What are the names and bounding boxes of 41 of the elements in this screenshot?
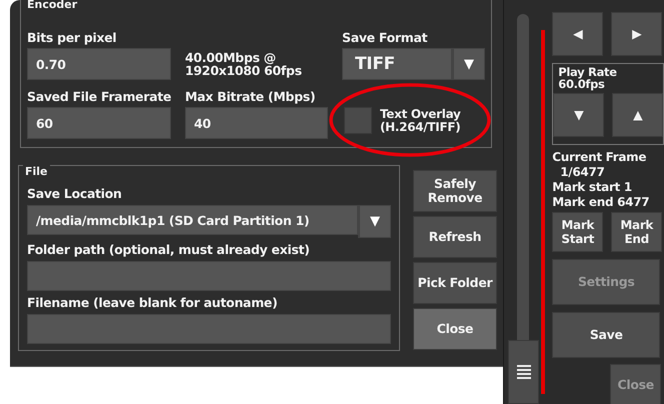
field-label: Save Location — [27, 186, 123, 201]
play-rate-label: Play Rate — [557, 66, 618, 78]
close-button[interactable]: Close — [413, 308, 497, 350]
current-frame-label: Current Frame — [552, 150, 646, 165]
grip-icon — [516, 364, 532, 380]
action-button[interactable]: Pick Folder — [413, 262, 497, 304]
next-button[interactable]: ▶ — [611, 12, 662, 56]
action-button[interactable]: Mark End — [611, 212, 662, 252]
dropdown-button[interactable]: ▼ — [358, 205, 391, 238]
field-label: Folder path (optional, must already exist) — [27, 242, 311, 257]
checkbox-label: Text Overlay (H.264/TIFF) — [380, 108, 462, 134]
location-dropdown[interactable]: /media/mmcblk1p1 (SD Card Partition 1) — [27, 205, 358, 235]
action-button[interactable]: Safely Remove — [413, 170, 497, 212]
field-label: Save Format — [342, 30, 428, 45]
mark-start-info: Mark start 1 — [552, 180, 632, 195]
checkbox[interactable] — [344, 107, 372, 134]
input-field[interactable]: 40 — [185, 107, 328, 139]
action-button[interactable]: Mark Start — [552, 212, 604, 252]
seek-slider[interactable] — [508, 14, 540, 404]
rate-up-button[interactable]: ▲ — [612, 93, 664, 137]
input-field[interactable]: 0.70 — [27, 48, 171, 80]
rate-down-button[interactable]: ▼ — [553, 93, 604, 137]
group-title: Encoder — [25, 0, 80, 11]
group-title: File — [23, 165, 50, 178]
mark-end-info: Mark end 6477 — [552, 195, 650, 210]
previous-button[interactable]: ◀ — [552, 12, 604, 56]
field-label: Filename (leave blank for autoname) — [27, 295, 278, 310]
input-field[interactable] — [27, 314, 391, 344]
bitrate-info: 40.00Mbps @ 1920x1080 60fps — [185, 51, 303, 77]
dropdown-button[interactable]: ▼ — [452, 48, 485, 80]
current-frame-value: 1/6477 — [559, 165, 605, 180]
format-dropdown[interactable]: TIFF — [342, 48, 452, 80]
field-label: Max Bitrate (Mbps) — [185, 89, 316, 104]
input-field[interactable]: 60 — [27, 107, 171, 139]
field-label: Bits per pixel — [27, 30, 118, 45]
action-button[interactable]: Refresh — [413, 216, 497, 258]
action-button[interactable]: Save — [552, 312, 660, 358]
play-rate-value: 60.0fps — [557, 78, 606, 90]
slider-handle[interactable] — [508, 340, 540, 404]
input-field[interactable] — [27, 261, 391, 291]
field-label: Saved File Framerate — [27, 89, 171, 104]
